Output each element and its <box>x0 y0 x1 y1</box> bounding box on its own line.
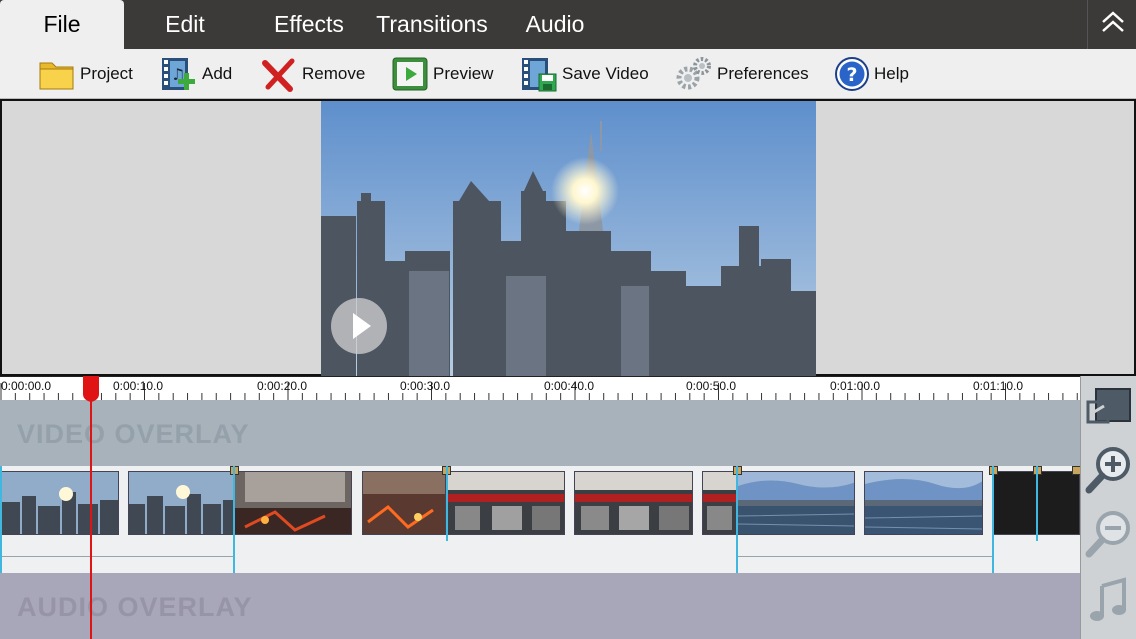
zoom-in-icon <box>1085 447 1130 494</box>
ruler-tick-label: 0:00:30.0 <box>400 379 451 393</box>
zoom-out-icon <box>1085 511 1130 558</box>
video-clip[interactable] <box>234 471 352 535</box>
collapse-toolbar-button[interactable] <box>1087 0 1136 49</box>
save-video-icon <box>522 58 557 92</box>
menu-effects[interactable]: Effects <box>262 0 356 49</box>
menu-bar: File Edit Effects Transitions Audio <box>0 0 1136 49</box>
gears-icon <box>676 57 711 90</box>
cut-marker <box>992 466 994 573</box>
ruler-tick-label: 0:00:50.0 <box>686 379 737 393</box>
cut-marker <box>1036 466 1038 541</box>
video-clip[interactable] <box>737 471 855 535</box>
timeline-ruler[interactable]: 0:00:00.0 0:00:10.0 0:00:20.0 0:00:30.0 … <box>0 376 1080 401</box>
clip-thumbnail-harbor <box>865 472 982 534</box>
playhead-marker-icon <box>83 376 99 402</box>
toolbar: Project ♫ Add Remove Preview Save Video … <box>0 49 1136 99</box>
save-video-label: Save Video <box>562 64 649 83</box>
menu-file[interactable]: File <box>0 0 124 49</box>
audio-segment-line <box>738 556 992 557</box>
preview-label: Preview <box>433 64 494 83</box>
picture-in-picture-icon <box>1086 388 1131 424</box>
city-skyline-image <box>321 101 816 376</box>
preview-play-icon <box>392 57 428 91</box>
save-video-button[interactable]: Save Video <box>520 53 649 95</box>
ruler-tick-label: 0:00:00.0 <box>1 379 52 393</box>
cut-marker <box>233 466 235 573</box>
menu-audio[interactable]: Audio <box>518 0 592 49</box>
ruler-tick-label: 0:00:10.0 <box>113 379 164 393</box>
preview-button[interactable]: Preview <box>391 53 493 95</box>
audio-overlay-track[interactable]: AUDIO OVERLAY <box>0 573 1080 639</box>
help-icon: ? <box>835 57 869 91</box>
music-note-icon <box>1090 577 1126 621</box>
clip-thumbnail-skyline <box>2 472 118 534</box>
video-clip[interactable] <box>574 471 693 535</box>
add-button[interactable]: ♫ Add <box>160 53 232 95</box>
add-label: Add <box>202 64 233 83</box>
cut-marker <box>446 466 448 541</box>
audio-segment-line <box>2 556 233 557</box>
zoom-out-button[interactable] <box>1084 508 1134 558</box>
audio-overlay-label: AUDIO OVERLAY <box>17 592 253 622</box>
video-clip[interactable] <box>864 471 983 535</box>
overlay-button[interactable] <box>1084 382 1134 432</box>
clip-thumbnail-street <box>235 472 351 534</box>
clip-thumbnail-harbor <box>738 472 854 534</box>
video-overlay-track[interactable]: VIDEO OVERLAY <box>0 400 1080 466</box>
ruler-tick-label: 0:00:40.0 <box>544 379 595 393</box>
video-clip[interactable] <box>1 471 119 535</box>
music-button[interactable] <box>1084 576 1134 626</box>
timeline-side-panel <box>1080 376 1136 639</box>
remove-label: Remove <box>302 64 366 83</box>
clip-thumbnail-street <box>363 472 445 534</box>
svg-text:?: ? <box>846 64 857 86</box>
project-button[interactable]: Project <box>38 53 133 95</box>
video-clip[interactable] <box>702 471 737 535</box>
preferences-button[interactable]: Preferences <box>675 53 809 95</box>
video-clip[interactable] <box>362 471 446 535</box>
remove-x-icon <box>262 58 295 92</box>
clip-thumbnail-storefront <box>447 472 564 534</box>
playhead-line <box>90 392 92 639</box>
ruler-tick-label: 0:01:00.0 <box>830 379 881 393</box>
playhead-handle[interactable] <box>82 376 100 402</box>
clip-thumbnail-skyline <box>129 472 233 534</box>
menu-transitions[interactable]: Transitions <box>370 0 494 49</box>
help-label: Help <box>874 64 909 83</box>
play-icon <box>353 313 371 339</box>
chevron-up-double-icon <box>1102 11 1124 32</box>
ruler-tick-label: 0:01:10.0 <box>973 379 1024 393</box>
project-label: Project <box>80 64 133 83</box>
preview-video-frame[interactable] <box>321 101 816 376</box>
preview-area <box>0 99 1136 376</box>
folder-icon <box>39 62 74 90</box>
video-clip[interactable] <box>128 471 234 535</box>
help-button[interactable]: ? Help <box>834 53 909 95</box>
menu-edit[interactable]: Edit <box>140 0 230 49</box>
video-clip[interactable] <box>446 471 565 535</box>
preferences-label: Preferences <box>717 64 809 83</box>
main-video-track[interactable] <box>0 466 1081 573</box>
add-media-icon: ♫ <box>162 58 195 90</box>
video-overlay-label: VIDEO OVERLAY <box>17 419 250 449</box>
remove-button[interactable]: Remove <box>260 53 365 95</box>
ruler-tick-label: 0:00:20.0 <box>257 379 308 393</box>
zoom-in-button[interactable] <box>1084 444 1134 494</box>
clip-thumbnail-storefront <box>575 472 692 534</box>
play-button[interactable] <box>331 298 387 354</box>
clip-thumbnail-storefront <box>703 472 736 534</box>
